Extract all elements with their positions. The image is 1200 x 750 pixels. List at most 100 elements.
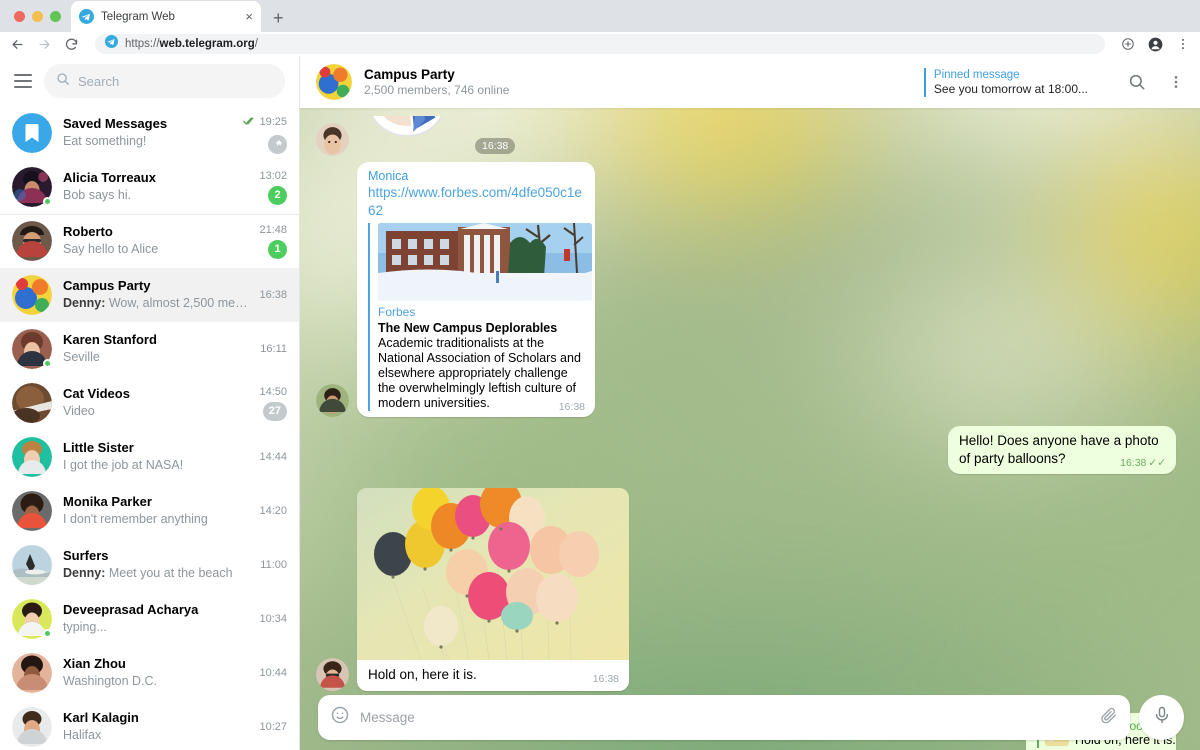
profile-icon[interactable] — [1148, 37, 1163, 52]
sticker-image[interactable] — [357, 116, 467, 156]
chat-list-item[interactable]: RobertoSay hello to Alice21:481 — [0, 214, 299, 268]
avatar[interactable] — [316, 123, 349, 156]
avatar[interactable] — [12, 599, 52, 639]
chat-list-item[interactable]: Saved MessagesEat something!19:25 — [0, 106, 299, 160]
chat-list-item[interactable]: Deveeprasad Acharyatyping...10:34 — [0, 592, 299, 646]
chat-header: Campus Party 2,500 members, 746 online P… — [300, 56, 1200, 108]
pinned-message[interactable]: Pinned message See you tomorrow at 18:00… — [924, 68, 1088, 97]
close-window-button[interactable] — [14, 11, 25, 22]
photo-balloons[interactable] — [357, 488, 629, 660]
chat-avatar[interactable] — [316, 64, 352, 100]
message-bubble[interactable]: Monica https://www.forbes.com/4dfe050c1e… — [357, 162, 595, 417]
avatar[interactable] — [316, 658, 349, 691]
avatar[interactable] — [316, 384, 349, 417]
message-row: Hello! Does anyone have a photo of party… — [316, 426, 1176, 474]
chat-name: Saved Messages — [63, 116, 232, 132]
chat-list-item[interactable]: Xian ZhouWashington D.C.10:44 — [0, 646, 299, 700]
install-icon[interactable] — [1121, 37, 1135, 51]
chat-name: Roberto — [63, 224, 248, 240]
pinned-message-label: Pinned message — [934, 68, 1088, 82]
avatar[interactable] — [12, 275, 52, 315]
avatar[interactable] — [12, 491, 52, 531]
chat-list-item[interactable]: Karl KalaginHalifax10:27 — [0, 700, 299, 750]
chat-name: Monika Parker — [63, 494, 248, 510]
chat-member-count: 2,500 members, 746 online — [364, 83, 912, 98]
chat-timestamp: 10:44 — [259, 667, 287, 679]
chat-name: Alicia Torreaux — [63, 170, 248, 186]
address-bar[interactable]: https://web.telegram.org/ — [95, 34, 1105, 54]
voice-record-button[interactable] — [1139, 695, 1184, 740]
chat-list-item[interactable]: Alicia TorreauxBob says hi.13:022 — [0, 160, 299, 214]
chat-preview: Washington D.C. — [63, 673, 248, 690]
link-preview[interactable]: Forbes The New Campus Deplorables Academ… — [368, 223, 585, 411]
message-bubble-photo[interactable]: Hold on, here it is.16:38 — [357, 488, 629, 691]
window-traffic-lights — [8, 11, 71, 32]
emoji-smiley-icon[interactable] — [330, 705, 350, 730]
close-tab-button[interactable]: × — [245, 10, 253, 23]
new-tab-button[interactable]: + — [273, 9, 284, 27]
hamburger-menu-icon[interactable] — [14, 74, 32, 88]
message-link[interactable]: https://www.forbes.com/4dfe050c1e62 — [368, 184, 585, 220]
chat-header-info: Campus Party 2,500 members, 746 online — [364, 67, 912, 98]
message-timestamp: 16:38 — [475, 138, 515, 154]
avatar[interactable] — [12, 221, 52, 261]
chat-preview: Eat something! — [63, 133, 232, 150]
back-arrow-icon[interactable] — [10, 37, 25, 52]
chat-timestamp: 21:48 — [259, 224, 287, 236]
link-preview-title: The New Campus Deplorables — [378, 320, 585, 336]
message-text: Hello! Does anyone have a photo of party… — [959, 432, 1166, 468]
chat-timestamp: 14:20 — [259, 505, 287, 517]
minimize-window-button[interactable] — [32, 11, 43, 22]
maximize-window-button[interactable] — [50, 11, 61, 22]
kebab-menu-icon[interactable] — [1176, 37, 1190, 51]
chat-list-item[interactable]: Karen StanfordSeville16:11 — [0, 322, 299, 376]
read-ticks-icon — [243, 113, 256, 131]
avatar[interactable] — [12, 113, 52, 153]
message-input[interactable]: Message — [318, 695, 1130, 740]
avatar[interactable] — [12, 437, 52, 477]
message-sticker[interactable]: 16:38 — [316, 116, 1176, 156]
avatar[interactable] — [12, 653, 52, 693]
online-status-dot — [43, 359, 52, 368]
kebab-menu-icon[interactable] — [1168, 74, 1184, 90]
chat-preview: typing... — [63, 619, 248, 636]
chat-list-item[interactable]: Monika ParkerI don't remember anything14… — [0, 484, 299, 538]
chat-list[interactable]: Saved MessagesEat something!19:25Alicia … — [0, 106, 299, 750]
chat-sidebar: Search Saved MessagesEat something!19:25… — [0, 56, 300, 750]
unread-badge: 1 — [268, 240, 287, 259]
browser-tab[interactable]: Telegram Web × — [71, 1, 261, 32]
message-timestamp: 16:38 — [559, 400, 585, 415]
reload-icon[interactable] — [64, 37, 79, 52]
link-preview-site: Forbes — [378, 305, 585, 320]
chat-timestamp: 16:38 — [259, 289, 287, 301]
message-sender: Monica — [368, 168, 585, 184]
paperclip-icon[interactable] — [1099, 706, 1118, 730]
chat-timestamp: 10:27 — [259, 721, 287, 733]
message-list: 16:38 Monica https://www.forbes.com/4dfe… — [300, 108, 1200, 750]
avatar[interactable] — [12, 545, 52, 585]
sidebar-header: Search — [0, 56, 299, 106]
unread-badge: 27 — [263, 402, 287, 421]
chat-list-item[interactable]: Little SisterI got the job at NASA!14:44 — [0, 430, 299, 484]
message-bubble[interactable]: Hello! Does anyone have a photo of party… — [948, 426, 1176, 474]
chat-list-item[interactable]: SurfersDenny: Meet you at the beach11:00 — [0, 538, 299, 592]
chat-list-item[interactable]: Cat VideosVideo14:5027 — [0, 376, 299, 430]
avatar[interactable] — [12, 167, 52, 207]
search-input[interactable]: Search — [44, 64, 285, 98]
unread-badge: 2 — [268, 186, 287, 205]
chat-list-item[interactable]: Campus PartyDenny: Wow, almost 2,500 mem… — [0, 268, 299, 322]
pinned-chat-icon — [268, 135, 287, 154]
message-timestamp: 16:38 — [593, 670, 619, 688]
chat-name: Campus Party — [63, 278, 248, 294]
forward-arrow-icon[interactable] — [37, 37, 52, 52]
avatar[interactable] — [12, 707, 52, 747]
chat-name: Little Sister — [63, 440, 248, 456]
message-composer: Message — [300, 695, 1200, 740]
chat-preview: Halifax — [63, 727, 248, 744]
chat-timestamp: 14:50 — [259, 386, 287, 398]
search-icon — [56, 72, 70, 91]
avatar[interactable] — [12, 383, 52, 423]
search-icon[interactable] — [1128, 73, 1146, 91]
telegram-icon — [79, 9, 94, 24]
avatar[interactable] — [12, 329, 52, 369]
